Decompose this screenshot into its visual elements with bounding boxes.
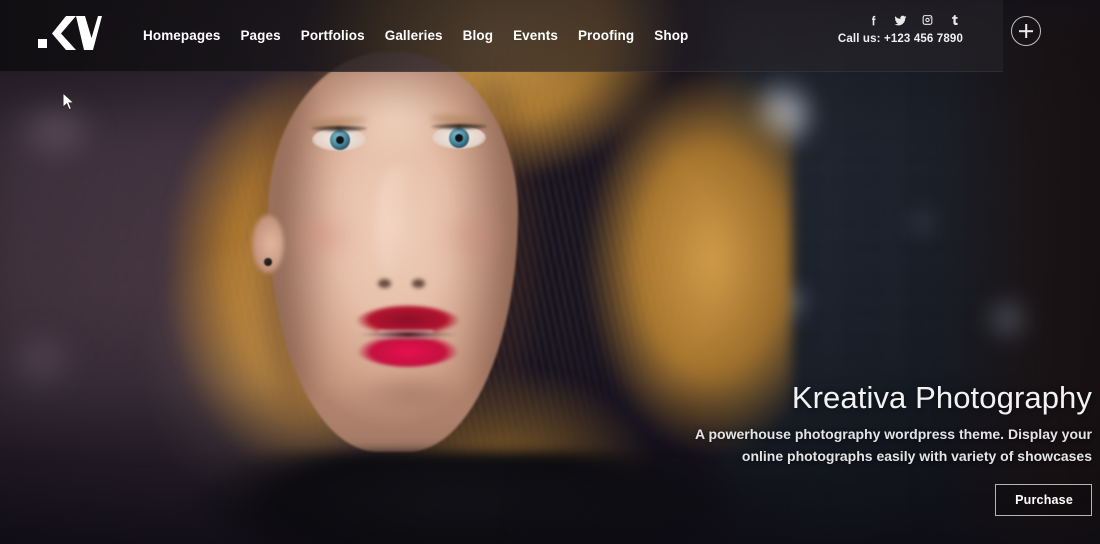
hero-subtitle-line-2: online photographs easily with variety o…	[741, 447, 1092, 464]
expand-menu-button[interactable]	[1011, 16, 1041, 46]
hero-title: Kreativa Photography	[791, 379, 1092, 415]
twitter-icon[interactable]	[894, 13, 907, 27]
browser-viewport: Homepages Pages Portfolios Galleries Blo…	[0, 0, 1100, 544]
kv-logo[interactable]	[38, 12, 102, 52]
instagram-glyph	[922, 14, 933, 25]
hero-content: Kreativa Photography A powerhouse photog…	[472, 379, 1092, 516]
primary-navigation: Homepages Pages Portfolios Galleries Blo…	[143, 0, 698, 72]
nav-item-proofing[interactable]: Proofing	[568, 0, 644, 72]
nav-item-pages[interactable]: Pages	[230, 0, 290, 72]
kv-logo-icon	[38, 16, 102, 50]
nav-item-blog[interactable]: Blog	[453, 0, 503, 72]
nav-item-shop[interactable]: Shop	[644, 0, 698, 72]
header-contact-block: Call us: +123 456 7890	[838, 13, 963, 45]
twitter-glyph	[894, 15, 907, 25]
purchase-button[interactable]: Purchase	[995, 484, 1092, 516]
facebook-glyph	[871, 15, 876, 25]
call-us-text: Call us: +123 456 7890	[837, 33, 963, 45]
social-links	[838, 13, 963, 27]
nav-item-events[interactable]: Events	[503, 0, 568, 72]
hero-subtitle-line-1: A powerhouse photography wordpress theme…	[695, 426, 1092, 443]
hero-subtitle: A powerhouse photography wordpress theme…	[472, 424, 1092, 467]
nav-item-galleries[interactable]: Galleries	[375, 0, 453, 72]
nav-item-homepages[interactable]: Homepages	[143, 0, 230, 72]
site-header: Homepages Pages Portfolios Galleries Blo…	[0, 0, 1003, 72]
tumblr-glyph	[952, 14, 958, 25]
tumblr-icon[interactable]	[948, 13, 961, 27]
nav-item-portfolios[interactable]: Portfolios	[291, 0, 375, 72]
facebook-icon[interactable]	[867, 13, 880, 27]
instagram-icon[interactable]	[921, 13, 934, 27]
